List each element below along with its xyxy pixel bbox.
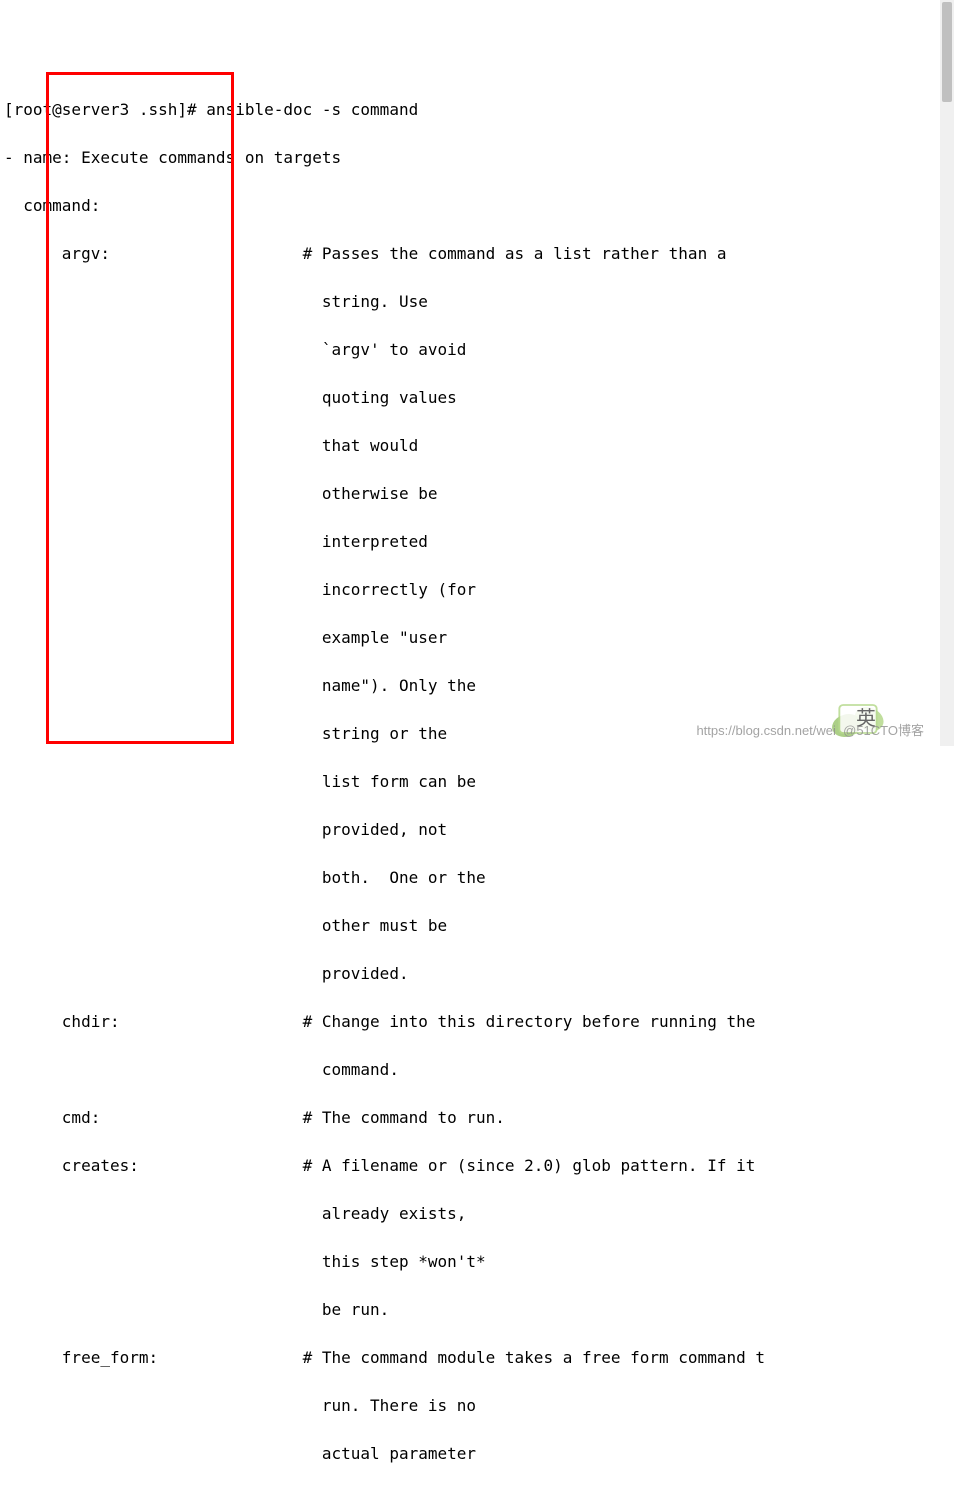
param-creates-desc: already exists,: [4, 1202, 950, 1226]
param-argv-desc: string or the: [4, 722, 950, 746]
param-argv-desc: quoting values: [4, 386, 950, 410]
terminal-prompt-line[interactable]: [root@server3 .ssh]# ansible-doc -s comm…: [4, 98, 950, 122]
param-argv-desc: list form can be: [4, 770, 950, 794]
param-argv-desc: `argv' to avoid: [4, 338, 950, 362]
param-argv-desc: incorrectly (for: [4, 578, 950, 602]
param-chdir-line: chdir: # Change into this directory befo…: [4, 1010, 950, 1034]
param-argv-desc: example "user: [4, 626, 950, 650]
param-creates-desc: be run.: [4, 1298, 950, 1322]
output-line-command: command:: [4, 194, 950, 218]
param-argv-line: argv: # Passes the command as a list rat…: [4, 242, 950, 266]
param-argv-desc: otherwise be: [4, 482, 950, 506]
param-creates-desc: this step *won't*: [4, 1250, 950, 1274]
param-free-form-line: free_form: # The command module takes a …: [4, 1346, 950, 1370]
param-argv-desc: both. One or the: [4, 866, 950, 890]
param-cmd-line: cmd: # The command to run.: [4, 1106, 950, 1130]
param-free-form-desc: run. There is no: [4, 1394, 950, 1418]
param-argv-desc: that would: [4, 434, 950, 458]
param-argv-desc: provided.: [4, 962, 950, 986]
output-line-name: - name: Execute commands on targets: [4, 146, 950, 170]
scrollbar-thumb[interactable]: [942, 2, 952, 102]
param-creates-line: creates: # A filename or (since 2.0) glo…: [4, 1154, 950, 1178]
param-argv-desc: other must be: [4, 914, 950, 938]
param-argv-desc: provided, not: [4, 818, 950, 842]
param-argv-desc: name"). Only the: [4, 674, 950, 698]
param-chdir-desc: command.: [4, 1058, 950, 1082]
param-free-form-desc: actual parameter: [4, 1442, 950, 1466]
param-argv-desc: string. Use: [4, 290, 950, 314]
param-argv-desc: interpreted: [4, 530, 950, 554]
scrollbar-track[interactable]: [940, 0, 954, 746]
